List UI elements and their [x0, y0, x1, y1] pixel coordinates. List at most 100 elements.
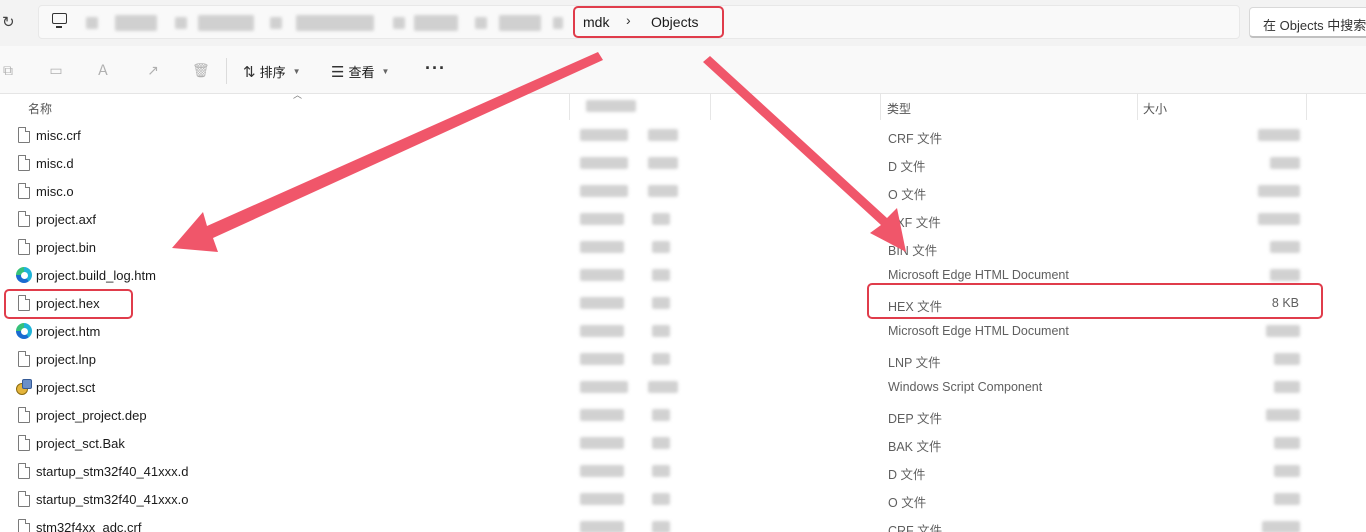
file-type: Microsoft Edge HTML Document — [888, 268, 1069, 282]
blurred-time — [652, 493, 670, 505]
blurred-breadcrumb — [115, 15, 157, 31]
blurred-breadcrumb — [553, 17, 563, 29]
blurred-time — [648, 185, 678, 197]
file-icon — [18, 463, 30, 479]
chevron-right-icon: › — [626, 12, 631, 28]
blurred-date — [580, 241, 624, 253]
rename-icon[interactable]: Ａ — [95, 62, 111, 78]
blurred-breadcrumb — [175, 17, 187, 29]
toolbar-divider — [226, 58, 227, 84]
blurred-date — [580, 409, 624, 421]
chevron-down-icon: ▼ — [292, 67, 301, 76]
file-name: project.bin — [36, 240, 96, 255]
file-row[interactable]: misc.crf CRF 文件 — [0, 121, 1366, 149]
share-icon[interactable]: ↗ — [145, 62, 161, 78]
script-icon — [16, 379, 32, 395]
blurred-size — [1262, 521, 1300, 532]
file-name: project.sct — [36, 380, 96, 395]
blurred-date — [580, 465, 624, 477]
blurred-time — [652, 437, 670, 449]
column-header-type[interactable]: 类型 — [887, 100, 911, 117]
column-header-name[interactable]: 名称 — [28, 100, 52, 117]
blurred-time — [652, 409, 670, 421]
file-row[interactable]: project.htm Microsoft Edge HTML Document — [0, 317, 1366, 345]
file-row[interactable]: project.sct Windows Script Component — [0, 373, 1366, 401]
file-row[interactable]: project_sct.Bak BAK 文件 — [0, 429, 1366, 457]
sort-label: 排序 — [259, 65, 286, 80]
blurred-breadcrumb — [414, 15, 458, 31]
file-row[interactable]: project.bin BIN 文件 — [0, 233, 1366, 261]
file-name: startup_stm32f40_41xxx.o — [36, 492, 189, 507]
edge-icon — [16, 267, 32, 283]
blurred-date — [580, 381, 628, 393]
file-type: CRF 文件 — [888, 132, 943, 146]
file-type: BIN 文件 — [888, 244, 938, 258]
breadcrumb-objects[interactable]: Objects — [651, 14, 698, 30]
blurred-date — [580, 269, 624, 281]
blurred-breadcrumb — [270, 17, 282, 29]
blurred-date — [580, 521, 624, 532]
column-divider[interactable] — [1137, 94, 1138, 120]
blurred-size — [1274, 493, 1300, 505]
blurred-size — [1266, 325, 1300, 337]
blurred-date — [580, 437, 624, 449]
computer-icon — [52, 13, 67, 28]
hex-type-size-highlight — [867, 283, 1323, 319]
blurred-date — [580, 185, 628, 197]
blurred-breadcrumb — [86, 17, 98, 29]
blurred-time — [652, 325, 670, 337]
file-row[interactable]: misc.o O 文件 — [0, 177, 1366, 205]
blurred-time — [648, 129, 678, 141]
file-name: project.build_log.htm — [36, 268, 156, 283]
sort-button[interactable]: ⇅ 排序 ▼ — [243, 62, 301, 81]
blurred-time — [652, 213, 670, 225]
delete-icon[interactable]: 🗑 — [192, 62, 210, 78]
blurred-date — [580, 493, 624, 505]
column-divider[interactable] — [710, 94, 711, 120]
file-type: D 文件 — [888, 468, 926, 482]
file-icon — [18, 127, 30, 143]
blurred-size — [1258, 185, 1300, 197]
file-row[interactable]: misc.d D 文件 — [0, 149, 1366, 177]
blurred-breadcrumb — [499, 15, 541, 31]
blurred-time — [652, 465, 670, 477]
blurred-time — [652, 297, 670, 309]
file-icon — [18, 239, 30, 255]
more-options-button[interactable]: ··· — [425, 58, 446, 79]
blurred-size — [1270, 269, 1300, 281]
file-row[interactable]: startup_stm32f40_41xxx.d D 文件 — [0, 457, 1366, 485]
file-row[interactable]: project.axf AXF 文件 — [0, 205, 1366, 233]
column-header-size[interactable]: 大小 — [1143, 100, 1167, 117]
file-type: AXF 文件 — [888, 216, 941, 230]
file-icon — [18, 435, 30, 451]
file-type: LNP 文件 — [888, 356, 941, 370]
file-row[interactable]: startup_stm32f40_41xxx.o O 文件 — [0, 485, 1366, 513]
file-icon — [18, 519, 30, 532]
refresh-icon[interactable]: ↻ — [2, 13, 18, 33]
blurred-breadcrumb — [198, 15, 254, 31]
blurred-size — [1274, 381, 1300, 393]
file-icon — [18, 351, 30, 367]
sort-icon: ⇅ — [243, 63, 256, 81]
view-button[interactable]: ☰ 查看 ▼ — [331, 62, 389, 81]
column-divider[interactable] — [880, 94, 881, 120]
blurred-size — [1270, 241, 1300, 253]
blurred-time — [652, 353, 670, 365]
view-icon: ☰ — [331, 63, 345, 81]
blurred-date — [580, 213, 624, 225]
column-divider[interactable] — [1306, 94, 1307, 120]
column-divider[interactable] — [569, 94, 570, 120]
file-row[interactable]: stm32f4xx_adc.crf CRF 文件 — [0, 513, 1366, 532]
file-row[interactable]: project.lnp LNP 文件 — [0, 345, 1366, 373]
file-row[interactable]: project_project.dep DEP 文件 — [0, 401, 1366, 429]
blurred-time — [648, 157, 678, 169]
breadcrumb-mdk[interactable]: mdk — [583, 14, 609, 30]
file-name: misc.crf — [36, 128, 81, 143]
blurred-time — [652, 521, 670, 532]
paste-icon[interactable]: ▭ — [48, 62, 64, 78]
file-type: CRF 文件 — [888, 524, 943, 532]
copy-icon[interactable]: ⧉ — [0, 62, 16, 78]
file-name: project.axf — [36, 212, 96, 227]
column-header-date[interactable] — [586, 100, 636, 112]
file-name: project_sct.Bak — [36, 436, 125, 451]
